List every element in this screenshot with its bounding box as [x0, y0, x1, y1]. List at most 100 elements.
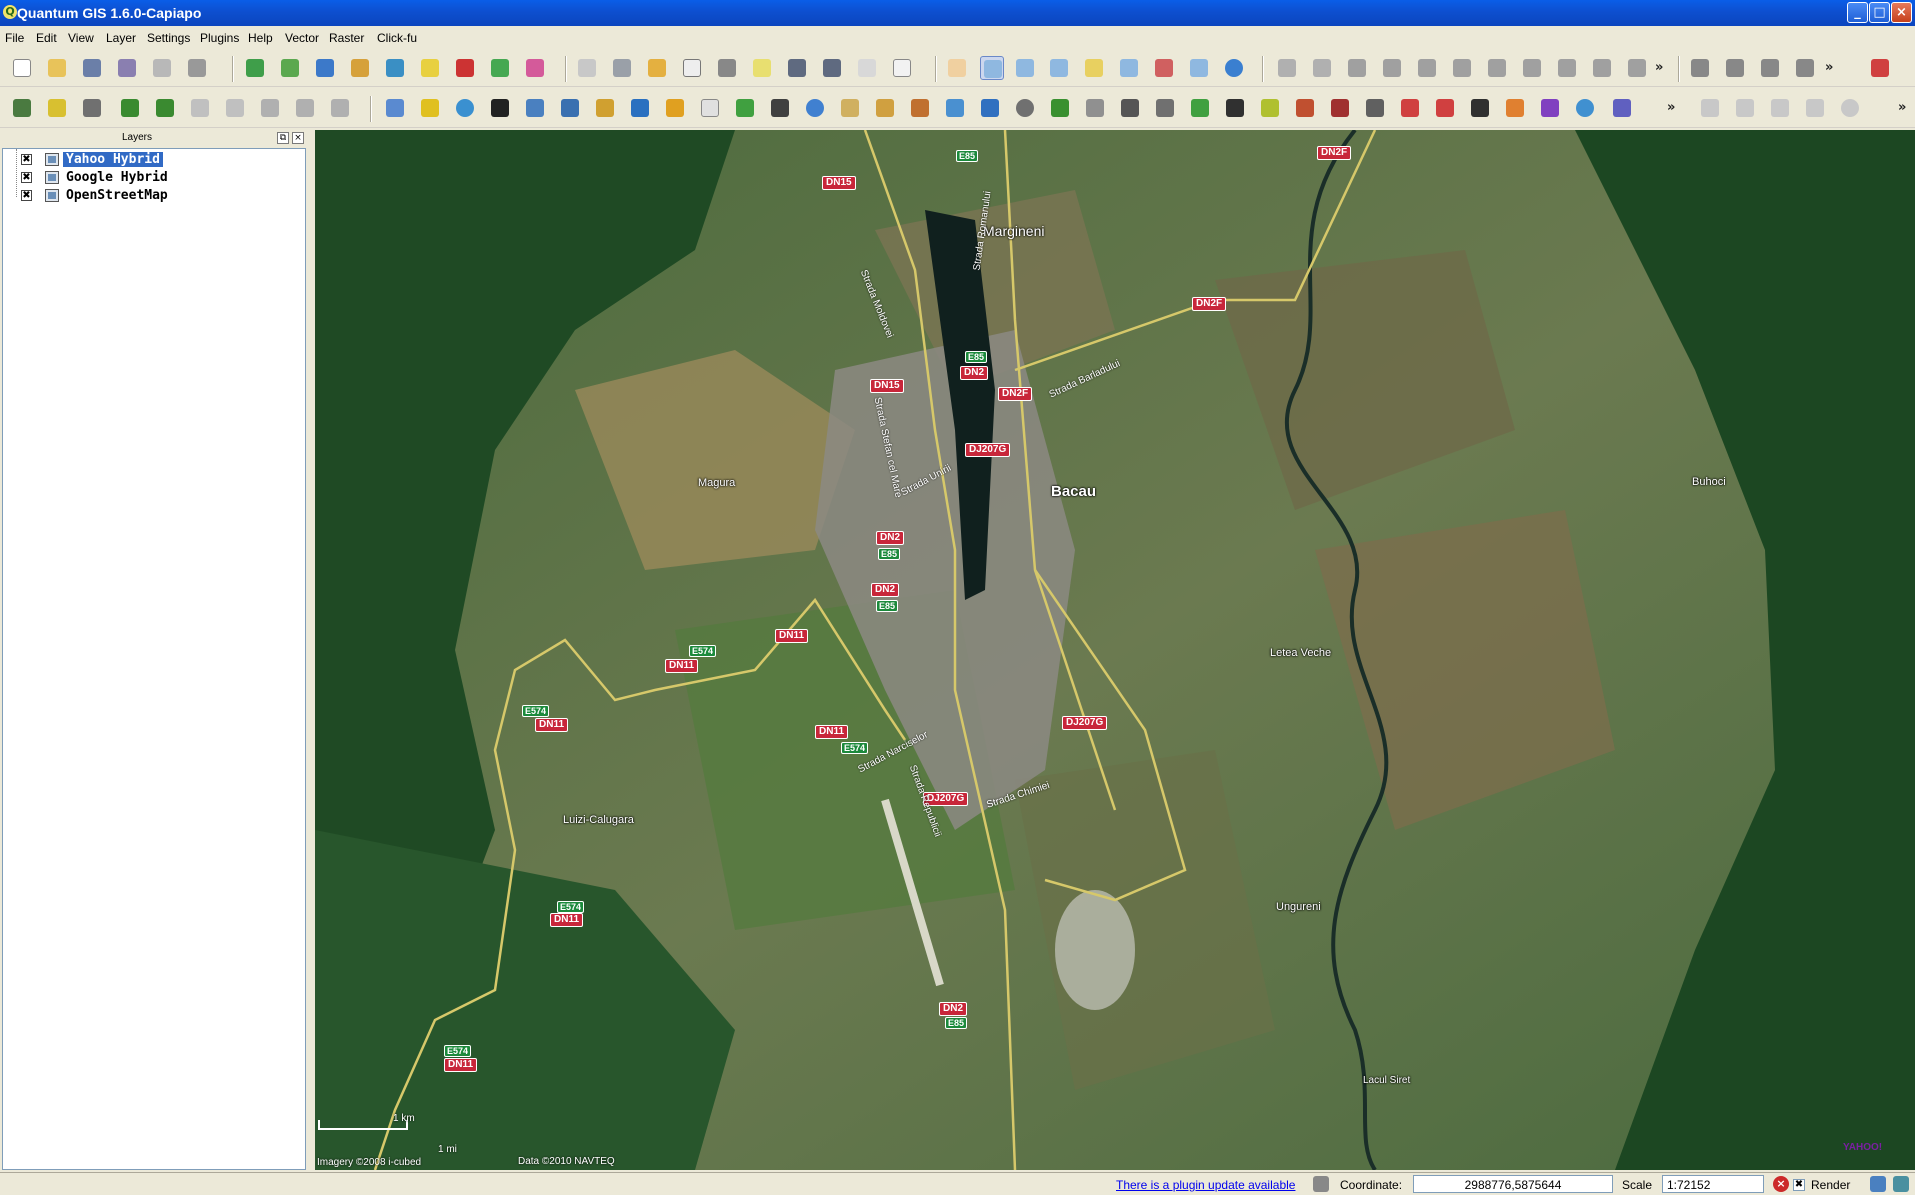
plugin-tool-icon[interactable] — [188, 96, 212, 120]
plugin-tool-icon[interactable] — [118, 96, 142, 120]
capture-polygon-icon[interactable] — [1758, 56, 1782, 80]
digitize-tool-icon[interactable] — [1838, 96, 1862, 120]
zoom-to-selection-icon[interactable] — [1082, 56, 1106, 80]
new-shapefile-icon[interactable] — [418, 56, 442, 80]
close-button[interactable]: × — [1891, 2, 1912, 23]
messages-icon[interactable] — [1893, 1176, 1909, 1192]
plugin-tool-icon[interactable] — [1293, 96, 1317, 120]
rotate-point-icon[interactable] — [1625, 56, 1649, 80]
plugin-tool-icon[interactable] — [1503, 96, 1527, 120]
menu-edit[interactable]: Edit — [36, 31, 57, 45]
plugin-tool-icon[interactable] — [908, 96, 932, 120]
plugin-tool-icon[interactable] — [80, 96, 104, 120]
layer-visibility-checkbox[interactable]: ✖ — [21, 190, 32, 201]
coordinate-field[interactable]: 2988776,5875644 — [1413, 1175, 1613, 1193]
plugin-tool-icon[interactable] — [1538, 96, 1562, 120]
plugin-tool-icon[interactable] — [1118, 96, 1142, 120]
select-features-icon[interactable] — [645, 56, 669, 80]
plugin-tool-icon[interactable] — [488, 96, 512, 120]
plugin-tool-icon[interactable] — [1573, 96, 1597, 120]
menu-layer[interactable]: Layer — [106, 31, 136, 45]
plugin-update-link[interactable]: There is a plugin update available — [1116, 1178, 1295, 1192]
plugin-tool-icon[interactable] — [1153, 96, 1177, 120]
plugin-tool-icon[interactable] — [293, 96, 317, 120]
open-project-icon[interactable] — [45, 56, 69, 80]
undo-icon[interactable] — [1275, 56, 1299, 80]
menu-click-fu[interactable]: Click-fu — [377, 31, 417, 45]
menu-view[interactable]: View — [68, 31, 94, 45]
node-tool-icon[interactable] — [1868, 56, 1892, 80]
add-vector-layer-icon[interactable] — [243, 56, 267, 80]
plugin-tool-icon[interactable] — [10, 96, 34, 120]
layer-visibility-checkbox[interactable]: ✖ — [21, 154, 32, 165]
plugin-tool-icon[interactable] — [768, 96, 792, 120]
plugin-tool-icon[interactable] — [1363, 96, 1387, 120]
toolbar-overflow-icon[interactable]: » — [1898, 100, 1906, 115]
capture-point-icon[interactable] — [1688, 56, 1712, 80]
delete-part-icon[interactable] — [1485, 56, 1509, 80]
plugin-tool-icon[interactable] — [328, 96, 352, 120]
layer-item-yahoo-hybrid[interactable]: ✖ Yahoo Hybrid — [3, 151, 305, 168]
plugin-tool-icon[interactable] — [1433, 96, 1457, 120]
plugin-tool-icon[interactable] — [733, 96, 757, 120]
plugin-tool-icon[interactable] — [258, 96, 282, 120]
plugin-tool-icon[interactable] — [383, 96, 407, 120]
menu-plugins[interactable]: Plugins — [200, 31, 239, 45]
menu-file[interactable]: File — [5, 31, 24, 45]
plugin-tool-icon[interactable] — [523, 96, 547, 120]
simplify-icon[interactable] — [1415, 56, 1439, 80]
scale-field[interactable]: 1:72152 — [1662, 1175, 1764, 1193]
capture-toggle-icon[interactable] — [1313, 1176, 1329, 1192]
close-panel-button[interactable]: × — [292, 132, 304, 144]
toolbar-overflow-icon[interactable]: » — [1655, 60, 1663, 75]
plugin-tool-icon[interactable] — [1083, 96, 1107, 120]
zoom-to-layer-icon[interactable] — [1117, 56, 1141, 80]
map-tips-icon[interactable] — [750, 56, 774, 80]
minimize-button[interactable]: _ — [1847, 2, 1868, 23]
menu-settings[interactable]: Settings — [147, 31, 190, 45]
add-spatialite-layer-icon[interactable] — [348, 56, 372, 80]
plugin-tool-icon[interactable] — [1258, 96, 1282, 120]
text-annotation-icon[interactable] — [890, 56, 914, 80]
remove-layer-icon[interactable] — [453, 56, 477, 80]
plugin-tool-icon[interactable] — [1188, 96, 1212, 120]
plugin-tool-icon[interactable] — [698, 96, 722, 120]
menu-help[interactable]: Help — [248, 31, 273, 45]
render-checkbox[interactable]: ✖ — [1793, 1179, 1805, 1191]
plugin-tool-icon[interactable] — [1013, 96, 1037, 120]
measure-line-icon[interactable] — [715, 56, 739, 80]
redo-icon[interactable] — [1310, 56, 1334, 80]
save-project-icon[interactable] — [80, 56, 104, 80]
digitize-tool-icon[interactable] — [1768, 96, 1792, 120]
plugin-tool-icon[interactable] — [453, 96, 477, 120]
attribute-table-icon[interactable] — [680, 56, 704, 80]
label-tool-icon[interactable] — [855, 56, 879, 80]
plugin-tool-icon[interactable] — [873, 96, 897, 120]
plugin-tool-icon[interactable] — [1398, 96, 1422, 120]
map-canvas[interactable]: DN15 DN15 DN2F DN2F DN2F DN2 DN2 DN2 DN2… — [315, 130, 1915, 1170]
plugin-tool-icon[interactable] — [223, 96, 247, 120]
reshape-icon[interactable] — [1520, 56, 1544, 80]
add-delimited-text-icon[interactable] — [523, 56, 547, 80]
plugin-tool-icon[interactable] — [628, 96, 652, 120]
show-bookmarks-icon[interactable] — [820, 56, 844, 80]
float-panel-button[interactable]: ⧉ — [277, 132, 289, 144]
add-island-icon[interactable] — [1380, 56, 1404, 80]
plugin-tool-icon[interactable] — [978, 96, 1002, 120]
menu-raster[interactable]: Raster — [329, 31, 364, 45]
delete-ring-icon[interactable] — [1450, 56, 1474, 80]
zoom-full-icon[interactable] — [1047, 56, 1071, 80]
add-raster-layer-icon[interactable] — [278, 56, 302, 80]
plugin-tool-icon[interactable] — [803, 96, 827, 120]
plugin-tool-icon[interactable] — [663, 96, 687, 120]
plugin-tool-icon[interactable] — [1048, 96, 1072, 120]
zoom-last-icon[interactable] — [1152, 56, 1176, 80]
digitize-tool-icon[interactable] — [1803, 96, 1827, 120]
toolbar-overflow-icon[interactable]: » — [1825, 60, 1833, 75]
plugin-tool-icon[interactable] — [1328, 96, 1352, 120]
split-features-icon[interactable] — [1555, 56, 1579, 80]
plugin-tool-icon[interactable] — [1468, 96, 1492, 120]
stop-render-icon[interactable]: × — [1773, 1176, 1789, 1192]
toolbar-overflow-icon[interactable]: » — [1667, 100, 1675, 115]
layer-item-openstreetmap[interactable]: ✖ OpenStreetMap — [3, 187, 305, 204]
